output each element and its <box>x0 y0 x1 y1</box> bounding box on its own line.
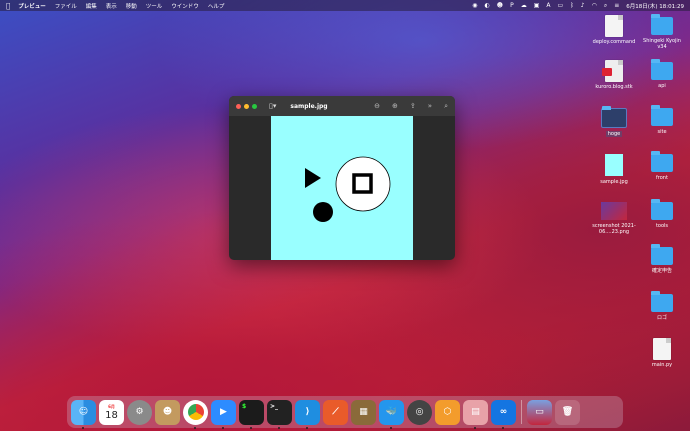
triangle-shape <box>305 168 321 188</box>
menu-bar:  プレビュー ファイル 編集 表示 移動 ツール ウインドウ ヘルプ ◉ ◐ … <box>0 0 690 11</box>
chart-app-icon[interactable]: ⟋ <box>323 399 348 425</box>
cloud-icon[interactable]: ☁ <box>521 2 527 9</box>
desktop-item-front[interactable]: front <box>638 151 686 181</box>
menu-tools[interactable]: ツール <box>146 2 163 10</box>
document-icon <box>605 15 623 37</box>
dock: ☺ 6月 18 ⚙ ☻ ▶ $ >_ ⟩ ⟋ ▦ 🐳 ◎ ⬡ ▤ ∞ ▭ 🗑 <box>67 396 623 429</box>
terminal-icon[interactable]: >_ <box>267 399 292 429</box>
image-content <box>305 156 391 222</box>
sidebar-toggle-icon[interactable]: ▯▾ <box>269 102 276 110</box>
folder-icon <box>651 59 673 80</box>
status-icon[interactable]: P <box>510 2 514 9</box>
minimize-button[interactable] <box>244 103 249 109</box>
zoom-in-icon[interactable]: ⊕ <box>392 102 398 111</box>
search-icon[interactable]: ⌕ <box>444 102 448 111</box>
status-icon[interactable]: ◉ <box>472 2 477 9</box>
zoom-button[interactable] <box>252 103 257 109</box>
status-icon[interactable]: ◐ <box>485 2 490 9</box>
desktop-item-logo[interactable]: ロゴ <box>638 291 686 321</box>
system-preferences-icon[interactable]: ⚙ <box>127 399 152 425</box>
status-icon[interactable]: ♪ <box>581 2 585 9</box>
status-icon[interactable]: ☻ <box>497 2 503 9</box>
menu-window[interactable]: ウインドウ <box>171 2 199 10</box>
menu-app-name[interactable]: プレビュー <box>18 2 46 10</box>
calendar-icon[interactable]: 6月 18 <box>99 399 124 425</box>
vscode-icon[interactable]: ⟩ <box>295 399 320 429</box>
preview-app-icon[interactable]: ▤ <box>463 399 488 429</box>
desktop-item-hoge[interactable]: hoge <box>590 106 638 137</box>
drawio-icon[interactable]: ⬡ <box>435 399 460 425</box>
image-thumbnail-icon <box>605 154 623 176</box>
desktop-item-kuroro[interactable]: kuroro.blog.stk <box>590 60 638 90</box>
desktop-item-site[interactable]: site <box>638 105 686 135</box>
desktop-item-deploy-command[interactable]: deploy.command <box>590 15 638 45</box>
status-icon[interactable]: ▣ <box>534 2 540 9</box>
close-button[interactable] <box>236 103 241 109</box>
desktop-item-api[interactable]: api <box>638 59 686 89</box>
activity-monitor-icon[interactable]: $ <box>239 399 264 429</box>
menu-file[interactable]: ファイル <box>55 2 77 10</box>
folder-icon <box>651 199 673 220</box>
quicktime-icon[interactable]: ◎ <box>407 399 432 425</box>
desktop-item-screenshot[interactable]: screenshot 2021-06....23.png <box>590 200 638 235</box>
folder-icon <box>651 14 673 35</box>
bluetooth-icon[interactable]: ᛒ <box>570 2 574 9</box>
desktop-item-tools[interactable]: tools <box>638 199 686 229</box>
chrome-icon[interactable] <box>183 399 208 429</box>
preview-window[interactable]: ▯▾ sample.jpg ⊖ ⊕ ⇪ » ⌕ <box>229 96 455 260</box>
image-thumbnail-icon <box>601 202 627 220</box>
wifi-icon[interactable]: ◠ <box>592 2 597 9</box>
clock[interactable]: 6月18日(木) 18:01:29 <box>626 2 684 10</box>
screenshot-stack-icon[interactable]: ▭ <box>527 399 552 425</box>
status-icon[interactable]: A <box>546 2 550 9</box>
contacts-icon[interactable]: ☻ <box>155 399 180 425</box>
document-icon <box>653 338 671 360</box>
share-icon[interactable]: ⇪ <box>410 102 416 111</box>
desktop-item-shingeki[interactable]: Shingeki Kyojin v34 <box>638 14 686 50</box>
archive-app-icon[interactable]: ▦ <box>351 399 376 425</box>
image-canvas <box>271 116 413 260</box>
folder-icon <box>651 244 673 265</box>
document-icon <box>602 60 623 82</box>
desktop-item-main-py[interactable]: main.py <box>638 338 686 368</box>
menu-go[interactable]: 移動 <box>126 2 137 10</box>
desktop-item-tax[interactable]: 確定申告 <box>638 244 686 274</box>
folder-icon <box>601 106 627 128</box>
folder-icon <box>651 151 673 172</box>
control-center-icon[interactable]: ≡ <box>614 2 619 9</box>
desktop-item-sample-jpg[interactable]: sample.jpg <box>590 152 638 185</box>
zoom-app-icon[interactable]: ▶ <box>211 399 236 429</box>
apple-menu-icon[interactable]:  <box>6 2 10 10</box>
zoom-out-icon[interactable]: ⊖ <box>374 102 380 111</box>
folder-icon <box>651 105 673 126</box>
menu-view[interactable]: 表示 <box>106 2 117 10</box>
window-titlebar[interactable]: ▯▾ sample.jpg ⊖ ⊕ ⇪ » ⌕ <box>229 96 455 116</box>
menu-edit[interactable]: 編集 <box>86 2 97 10</box>
finder-icon[interactable]: ☺ <box>71 399 96 429</box>
folder-icon <box>651 291 673 312</box>
more-icon[interactable]: » <box>428 102 432 111</box>
battery-icon[interactable]: ▭ <box>557 2 563 9</box>
menu-help[interactable]: ヘルプ <box>208 2 225 10</box>
dock-separator <box>521 400 522 424</box>
trash-icon[interactable]: 🗑 <box>555 399 580 425</box>
white-circle-shape <box>335 156 391 212</box>
circle-shape <box>313 202 333 222</box>
search-icon[interactable]: ⌕ <box>604 2 607 10</box>
window-title: sample.jpg <box>290 102 328 110</box>
docker-icon[interactable]: 🐳 <box>379 399 404 429</box>
infinity-app-icon[interactable]: ∞ <box>491 399 516 429</box>
